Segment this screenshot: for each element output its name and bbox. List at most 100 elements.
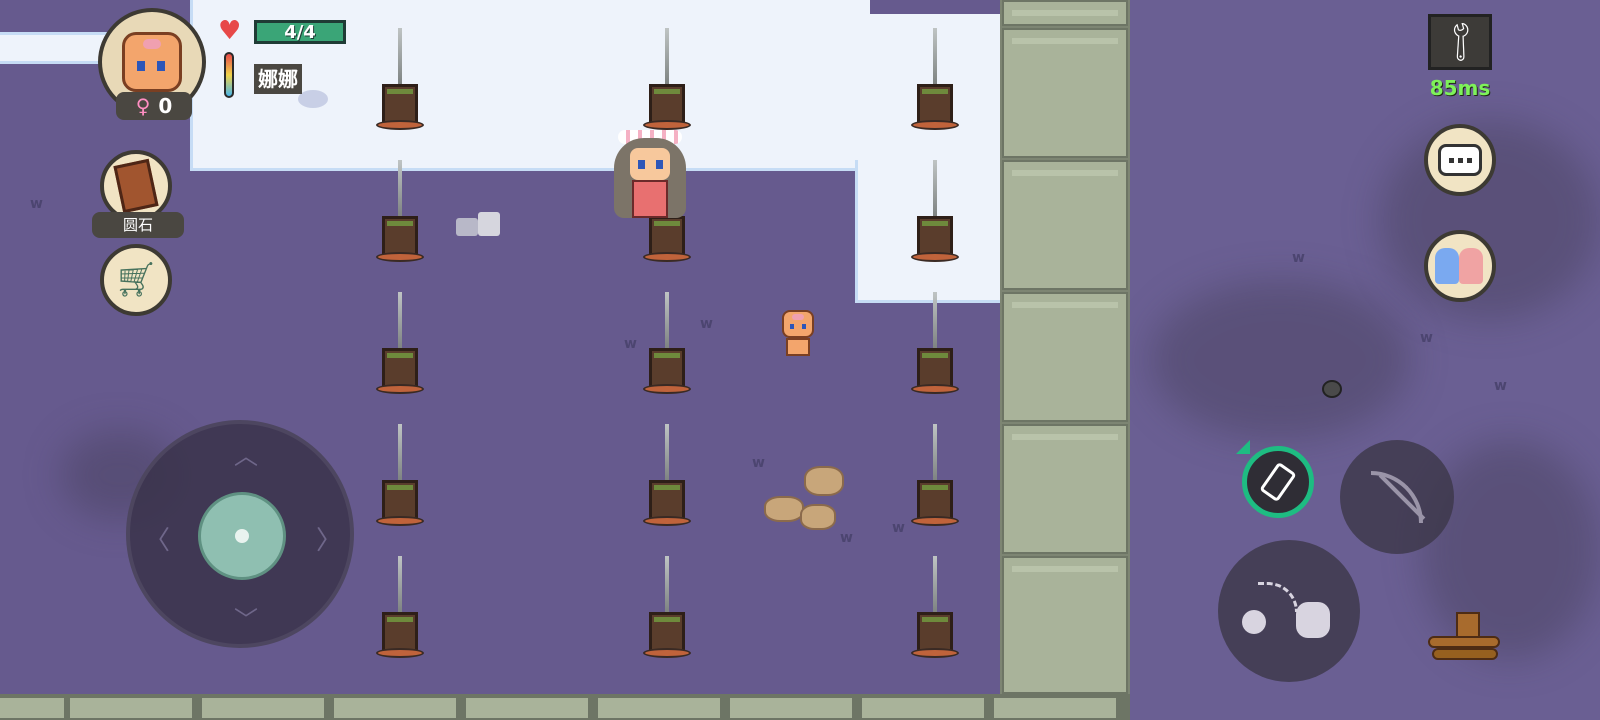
sapling-base bbox=[911, 384, 959, 394]
sapling-spike bbox=[398, 424, 402, 482]
potted-sapling[interactable] bbox=[637, 292, 697, 412]
potted-sapling[interactable] bbox=[637, 424, 697, 544]
grass-tuft: ᴡ bbox=[840, 530, 853, 546]
health-bar: 4/4 bbox=[254, 20, 346, 44]
friends-button[interactable] bbox=[1424, 230, 1496, 302]
potted-sapling[interactable] bbox=[905, 292, 965, 412]
journal-icon bbox=[113, 158, 159, 214]
wall-stone bbox=[1002, 28, 1128, 158]
sapling-base bbox=[643, 252, 691, 262]
flint-stone-pile[interactable] bbox=[456, 212, 504, 238]
stone-wall-vertical bbox=[1000, 0, 1130, 700]
heart-icon: ♥ bbox=[218, 16, 242, 46]
bow-icon bbox=[1367, 467, 1427, 527]
wall-stone bbox=[200, 696, 326, 720]
sapling-pot bbox=[382, 612, 418, 652]
sapling-pot bbox=[917, 612, 953, 652]
potted-sapling[interactable] bbox=[637, 556, 697, 676]
thermometer-icon bbox=[224, 52, 234, 98]
wall-stone bbox=[1002, 292, 1128, 422]
sapling-pot bbox=[917, 348, 953, 388]
female-symbol-icon: ♀ bbox=[135, 94, 151, 118]
shop-button[interactable]: 🛒︎ bbox=[100, 244, 172, 316]
bottle-item-button[interactable] bbox=[1242, 446, 1314, 518]
player-character[interactable] bbox=[612, 130, 688, 226]
small-rock[interactable] bbox=[1322, 380, 1342, 398]
potted-sapling[interactable] bbox=[905, 160, 965, 280]
sapling-spike bbox=[665, 292, 669, 350]
shopping-cart-icon: 🛒︎ bbox=[114, 260, 158, 300]
sapling-base bbox=[643, 516, 691, 526]
throw-button[interactable] bbox=[1218, 540, 1360, 682]
wrench-icon: 🔧︎ bbox=[1434, 15, 1487, 68]
potted-sapling[interactable] bbox=[370, 556, 430, 676]
grass-tuft: ᴡ bbox=[1292, 250, 1305, 266]
sapling-pot bbox=[649, 612, 685, 652]
grass-tuft: ᴡ bbox=[700, 316, 713, 332]
firewood-icon[interactable] bbox=[1428, 612, 1500, 666]
gender-badge: ♀ 0 bbox=[116, 92, 192, 120]
fog-cloud bbox=[1150, 280, 1410, 440]
sapling-base bbox=[643, 384, 691, 394]
snow-rock bbox=[298, 90, 328, 108]
wall-stone bbox=[992, 696, 1118, 720]
game-viewport[interactable]: ᴡ ᴡ ᴡ ᴡ ᴡ ᴡ ᴡ ᴡ ᴡ ♀ 0 ♥ 4/4 娜娜 圆石 🛒︎ ︿ ﹀… bbox=[0, 0, 1600, 720]
sapling-pot bbox=[382, 348, 418, 388]
sapling-pot bbox=[382, 84, 418, 124]
baby-character[interactable] bbox=[778, 310, 818, 362]
chevron-left-icon: 〈 bbox=[144, 526, 171, 556]
sapling-spike bbox=[398, 28, 402, 86]
sapling-spike bbox=[933, 28, 937, 86]
dress bbox=[632, 180, 668, 218]
bow-button[interactable] bbox=[1340, 440, 1454, 554]
baby-avatar-icon bbox=[122, 32, 182, 92]
joystick-knob[interactable] bbox=[198, 492, 286, 580]
settings-button[interactable]: 🔧︎ bbox=[1428, 14, 1492, 70]
wall-stone bbox=[860, 696, 986, 720]
sapling-pot bbox=[649, 348, 685, 388]
potted-sapling[interactable] bbox=[370, 292, 430, 412]
snow-patch bbox=[870, 0, 1000, 14]
grass-tuft: ᴡ bbox=[1494, 378, 1507, 394]
sandstone-pile[interactable] bbox=[760, 462, 844, 532]
potted-sapling[interactable] bbox=[905, 424, 965, 544]
wall-stone bbox=[332, 696, 458, 720]
chat-button[interactable] bbox=[1424, 124, 1496, 196]
sapling-base bbox=[643, 120, 691, 130]
chevron-up-icon: ︿ bbox=[234, 442, 258, 470]
stone-wall-horizontal bbox=[0, 694, 1130, 720]
throw-icon bbox=[1238, 580, 1338, 640]
grass-tuft: ᴡ bbox=[1420, 330, 1433, 346]
sapling-base bbox=[911, 516, 959, 526]
sapling-spike bbox=[398, 292, 402, 350]
sapling-spike bbox=[398, 556, 402, 614]
sapling-pot bbox=[917, 480, 953, 520]
wall-stone bbox=[0, 696, 66, 720]
sapling-pot bbox=[382, 216, 418, 256]
sapling-base bbox=[376, 384, 424, 394]
sapling-base bbox=[376, 252, 424, 262]
potted-sapling[interactable] bbox=[370, 160, 430, 280]
sapling-pot bbox=[382, 480, 418, 520]
sapling-spike bbox=[933, 556, 937, 614]
player-name-label: 娜娜 bbox=[254, 64, 302, 94]
wall-stone bbox=[1002, 556, 1128, 694]
sapling-pot bbox=[649, 84, 685, 124]
potted-sapling[interactable] bbox=[370, 424, 430, 544]
sapling-spike bbox=[665, 424, 669, 482]
potted-sapling[interactable] bbox=[905, 556, 965, 676]
virtual-joystick[interactable]: ︿ ﹀ 〈 〉 bbox=[126, 420, 354, 648]
potted-sapling[interactable] bbox=[905, 28, 965, 148]
sapling-spike bbox=[933, 424, 937, 482]
eye bbox=[656, 160, 663, 169]
chevron-right-icon: 〉 bbox=[316, 526, 343, 556]
held-item-label: 圆石 bbox=[92, 212, 184, 238]
grass-tuft: ᴡ bbox=[892, 520, 905, 536]
potted-sapling[interactable] bbox=[370, 28, 430, 148]
wall-stone bbox=[728, 696, 854, 720]
grass-tuft: ᴡ bbox=[30, 196, 43, 212]
sapling-pot bbox=[649, 480, 685, 520]
sapling-base bbox=[376, 516, 424, 526]
sapling-spike bbox=[665, 556, 669, 614]
wall-stone bbox=[1002, 424, 1128, 554]
